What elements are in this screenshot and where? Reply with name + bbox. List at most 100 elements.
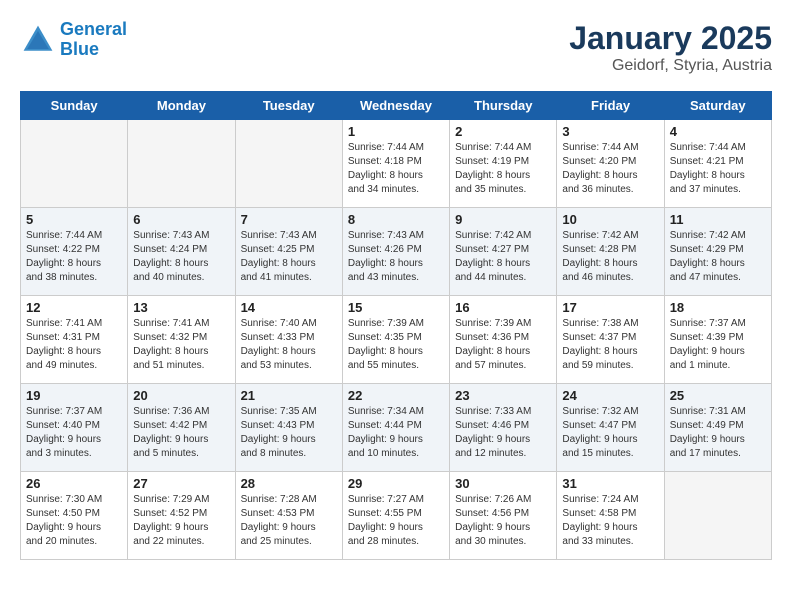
calendar-week-2: 5 Sunrise: 7:44 AM Sunset: 4:22 PM Daylig… — [21, 208, 772, 296]
day-number: 25 — [670, 388, 766, 403]
day-content: Sunrise: 7:31 AM Sunset: 4:49 PM Dayligh… — [670, 405, 766, 461]
calendar-cell: 11 Sunrise: 7:42 AM Sunset: 4:29 PM Dayli… — [664, 208, 771, 296]
title-block: January 2025 Geidorf, Styria, Austria — [569, 20, 772, 75]
calendar-cell: 22 Sunrise: 7:34 AM Sunset: 4:44 PM Dayli… — [342, 384, 449, 472]
logo: General Blue — [20, 20, 127, 60]
day-number: 28 — [241, 476, 337, 491]
day-content: Sunrise: 7:44 AM Sunset: 4:20 PM Dayligh… — [562, 141, 658, 197]
day-number: 6 — [133, 212, 229, 227]
day-number: 3 — [562, 124, 658, 139]
calendar-cell: 24 Sunrise: 7:32 AM Sunset: 4:47 PM Dayli… — [557, 384, 664, 472]
col-header-saturday: Saturday — [664, 92, 771, 120]
day-content: Sunrise: 7:24 AM Sunset: 4:58 PM Dayligh… — [562, 493, 658, 549]
col-header-thursday: Thursday — [450, 92, 557, 120]
day-content: Sunrise: 7:29 AM Sunset: 4:52 PM Dayligh… — [133, 493, 229, 549]
calendar-cell: 1Sunrise: 7:44 AM Sunset: 4:18 PM Daylig… — [342, 120, 449, 208]
day-number: 10 — [562, 212, 658, 227]
day-number: 9 — [455, 212, 551, 227]
col-header-sunday: Sunday — [21, 92, 128, 120]
day-number: 8 — [348, 212, 444, 227]
calendar-cell: 17 Sunrise: 7:38 AM Sunset: 4:37 PM Dayli… — [557, 296, 664, 384]
day-number: 5 — [26, 212, 122, 227]
calendar-cell: 2 Sunrise: 7:44 AM Sunset: 4:19 PM Daylig… — [450, 120, 557, 208]
day-number: 30 — [455, 476, 551, 491]
day-number: 24 — [562, 388, 658, 403]
page-header: General Blue January 2025 Geidorf, Styri… — [20, 20, 772, 75]
day-content: Sunrise: 7:42 AM Sunset: 4:28 PM Dayligh… — [562, 229, 658, 285]
day-number: 22 — [348, 388, 444, 403]
day-number: 14 — [241, 300, 337, 315]
day-content: Sunrise: 7:34 AM Sunset: 4:44 PM Dayligh… — [348, 405, 444, 461]
calendar-week-4: 19 Sunrise: 7:37 AM Sunset: 4:40 PM Dayli… — [21, 384, 772, 472]
calendar-cell: 4Sunrise: 7:44 AM Sunset: 4:21 PM Daylig… — [664, 120, 771, 208]
calendar-cell: 18Sunrise: 7:37 AM Sunset: 4:39 PM Dayli… — [664, 296, 771, 384]
calendar-cell: 5 Sunrise: 7:44 AM Sunset: 4:22 PM Daylig… — [21, 208, 128, 296]
calendar-week-1: 1Sunrise: 7:44 AM Sunset: 4:18 PM Daylig… — [21, 120, 772, 208]
calendar-cell: 28 Sunrise: 7:28 AM Sunset: 4:53 PM Dayli… — [235, 472, 342, 560]
day-content: Sunrise: 7:30 AM Sunset: 4:50 PM Dayligh… — [26, 493, 122, 549]
calendar-cell: 30 Sunrise: 7:26 AM Sunset: 4:56 PM Dayli… — [450, 472, 557, 560]
day-content: Sunrise: 7:38 AM Sunset: 4:37 PM Dayligh… — [562, 317, 658, 373]
day-content: Sunrise: 7:44 AM Sunset: 4:19 PM Dayligh… — [455, 141, 551, 197]
day-number: 7 — [241, 212, 337, 227]
day-content: Sunrise: 7:43 AM Sunset: 4:26 PM Dayligh… — [348, 229, 444, 285]
calendar-cell: 10 Sunrise: 7:42 AM Sunset: 4:28 PM Dayli… — [557, 208, 664, 296]
calendar-cell: 20Sunrise: 7:36 AM Sunset: 4:42 PM Dayli… — [128, 384, 235, 472]
col-header-monday: Monday — [128, 92, 235, 120]
calendar-cell: 27Sunrise: 7:29 AM Sunset: 4:52 PM Dayli… — [128, 472, 235, 560]
calendar-cell — [128, 120, 235, 208]
day-content: Sunrise: 7:27 AM Sunset: 4:55 PM Dayligh… — [348, 493, 444, 549]
day-content: Sunrise: 7:28 AM Sunset: 4:53 PM Dayligh… — [241, 493, 337, 549]
day-number: 21 — [241, 388, 337, 403]
calendar-cell — [664, 472, 771, 560]
day-number: 26 — [26, 476, 122, 491]
day-content: Sunrise: 7:42 AM Sunset: 4:27 PM Dayligh… — [455, 229, 551, 285]
day-content: Sunrise: 7:32 AM Sunset: 4:47 PM Dayligh… — [562, 405, 658, 461]
day-content: Sunrise: 7:39 AM Sunset: 4:35 PM Dayligh… — [348, 317, 444, 373]
col-header-friday: Friday — [557, 92, 664, 120]
day-number: 19 — [26, 388, 122, 403]
day-content: Sunrise: 7:42 AM Sunset: 4:29 PM Dayligh… — [670, 229, 766, 285]
day-content: Sunrise: 7:26 AM Sunset: 4:56 PM Dayligh… — [455, 493, 551, 549]
logo-icon — [20, 22, 56, 58]
day-number: 20 — [133, 388, 229, 403]
calendar-week-3: 12 Sunrise: 7:41 AM Sunset: 4:31 PM Dayli… — [21, 296, 772, 384]
calendar-table: SundayMondayTuesdayWednesdayThursdayFrid… — [20, 91, 772, 560]
day-content: Sunrise: 7:37 AM Sunset: 4:40 PM Dayligh… — [26, 405, 122, 461]
day-number: 17 — [562, 300, 658, 315]
calendar-cell: 7 Sunrise: 7:43 AM Sunset: 4:25 PM Daylig… — [235, 208, 342, 296]
calendar-cell — [235, 120, 342, 208]
day-number: 2 — [455, 124, 551, 139]
calendar-cell: 29Sunrise: 7:27 AM Sunset: 4:55 PM Dayli… — [342, 472, 449, 560]
day-number: 16 — [455, 300, 551, 315]
calendar-cell: 14 Sunrise: 7:40 AM Sunset: 4:33 PM Dayli… — [235, 296, 342, 384]
calendar-cell: 6 Sunrise: 7:43 AM Sunset: 4:24 PM Daylig… — [128, 208, 235, 296]
day-content: Sunrise: 7:40 AM Sunset: 4:33 PM Dayligh… — [241, 317, 337, 373]
calendar-cell: 9 Sunrise: 7:42 AM Sunset: 4:27 PM Daylig… — [450, 208, 557, 296]
day-content: Sunrise: 7:39 AM Sunset: 4:36 PM Dayligh… — [455, 317, 551, 373]
col-header-tuesday: Tuesday — [235, 92, 342, 120]
calendar-cell: 23Sunrise: 7:33 AM Sunset: 4:46 PM Dayli… — [450, 384, 557, 472]
day-content: Sunrise: 7:43 AM Sunset: 4:24 PM Dayligh… — [133, 229, 229, 285]
calendar-cell: 16 Sunrise: 7:39 AM Sunset: 4:36 PM Dayli… — [450, 296, 557, 384]
calendar-week-5: 26 Sunrise: 7:30 AM Sunset: 4:50 PM Dayli… — [21, 472, 772, 560]
day-content: Sunrise: 7:35 AM Sunset: 4:43 PM Dayligh… — [241, 405, 337, 461]
calendar-cell — [21, 120, 128, 208]
day-content: Sunrise: 7:41 AM Sunset: 4:31 PM Dayligh… — [26, 317, 122, 373]
calendar-cell: 8 Sunrise: 7:43 AM Sunset: 4:26 PM Daylig… — [342, 208, 449, 296]
day-number: 1 — [348, 124, 444, 139]
day-number: 12 — [26, 300, 122, 315]
calendar-cell: 3 Sunrise: 7:44 AM Sunset: 4:20 PM Daylig… — [557, 120, 664, 208]
calendar-cell: 12 Sunrise: 7:41 AM Sunset: 4:31 PM Dayli… — [21, 296, 128, 384]
day-number: 11 — [670, 212, 766, 227]
day-content: Sunrise: 7:33 AM Sunset: 4:46 PM Dayligh… — [455, 405, 551, 461]
day-content: Sunrise: 7:37 AM Sunset: 4:39 PM Dayligh… — [670, 317, 766, 373]
col-header-wednesday: Wednesday — [342, 92, 449, 120]
day-content: Sunrise: 7:44 AM Sunset: 4:22 PM Dayligh… — [26, 229, 122, 285]
day-content: Sunrise: 7:41 AM Sunset: 4:32 PM Dayligh… — [133, 317, 229, 373]
calendar-cell: 26 Sunrise: 7:30 AM Sunset: 4:50 PM Dayli… — [21, 472, 128, 560]
day-content: Sunrise: 7:43 AM Sunset: 4:25 PM Dayligh… — [241, 229, 337, 285]
month-title: January 2025 — [569, 20, 772, 57]
calendar-cell: 19 Sunrise: 7:37 AM Sunset: 4:40 PM Dayli… — [21, 384, 128, 472]
calendar-header-row: SundayMondayTuesdayWednesdayThursdayFrid… — [21, 92, 772, 120]
